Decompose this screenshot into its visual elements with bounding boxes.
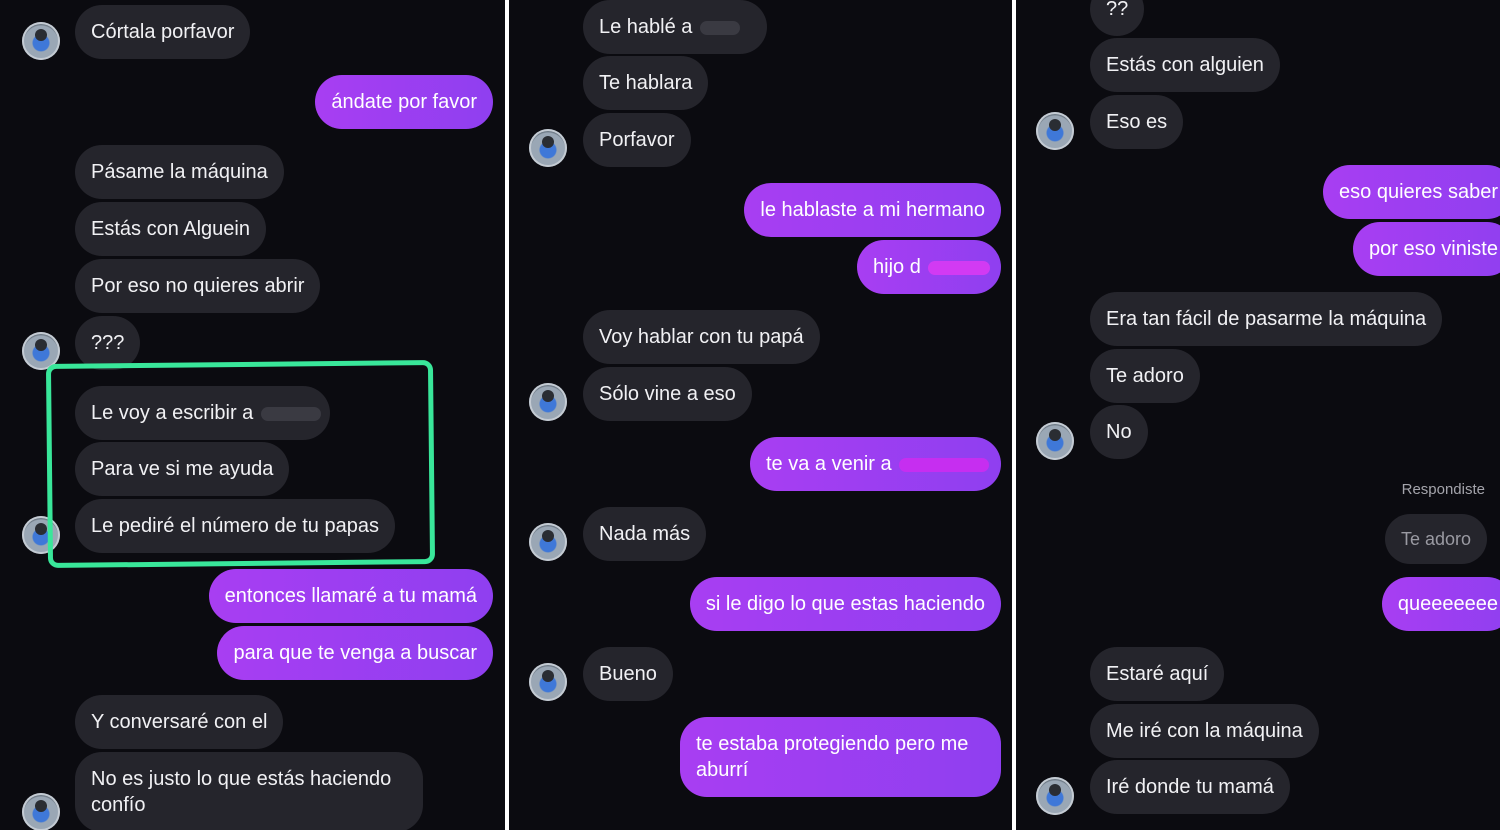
incoming-message[interactable]: Porfavor	[583, 113, 691, 167]
incoming-message[interactable]: Por eso no quieres abrir	[75, 259, 321, 313]
outgoing-message[interactable]: le hablaste a mi hermano	[744, 183, 1001, 237]
outgoing-message[interactable]: ándate por favor	[315, 75, 493, 129]
contact-avatar[interactable]	[529, 383, 567, 421]
incoming-message[interactable]: Y conversaré con el	[75, 695, 284, 749]
incoming-message[interactable]: Voy hablar con tu papá	[583, 310, 820, 364]
incoming-message[interactable]: Estás con alguien	[1090, 38, 1280, 92]
reply-label: Respondiste	[1401, 481, 1485, 498]
incoming-message[interactable]: Córtala porfavor	[75, 5, 251, 59]
redacted-name	[699, 20, 740, 35]
message-text: Le hablé a	[599, 16, 693, 38]
outgoing-message[interactable]: queeeeeee	[1381, 577, 1500, 631]
outgoing-message[interactable]: te estaba protegiendo pero me aburrí	[680, 717, 1001, 797]
replied-message-preview[interactable]: Te adoro	[1384, 514, 1487, 564]
incoming-message[interactable]: Estás con Alguein	[75, 202, 266, 256]
contact-avatar[interactable]	[22, 22, 60, 60]
incoming-message[interactable]: Bueno	[583, 647, 673, 701]
outgoing-message[interactable]: te va a venir a	[750, 437, 1001, 491]
redacted-text	[899, 457, 990, 472]
outgoing-message[interactable]: eso quieres saber	[1323, 165, 1500, 219]
incoming-message[interactable]: Te adoro	[1090, 349, 1200, 403]
contact-avatar[interactable]	[529, 663, 567, 701]
contact-avatar[interactable]	[1036, 422, 1074, 460]
chat-panel-left: Córtala porfavor ándate por favor Pásame…	[0, 0, 505, 830]
incoming-message[interactable]: Te hablara	[583, 56, 709, 110]
green-highlight-box	[45, 359, 436, 569]
incoming-message[interactable]: Me iré con la máquina	[1090, 704, 1319, 758]
incoming-message[interactable]: Era tan fácil de pasarme la máquina	[1090, 292, 1443, 346]
contact-avatar[interactable]	[529, 129, 567, 167]
outgoing-message[interactable]: si le digo lo que estas haciendo	[689, 577, 1001, 631]
outgoing-message[interactable]: por eso viniste	[1353, 222, 1500, 276]
chat-panel-middle: Le hablé a Te hablara Porfavor le hablas…	[509, 0, 1012, 830]
outgoing-message[interactable]: entonces llamaré a tu mamá	[208, 569, 493, 623]
contact-avatar[interactable]	[529, 523, 567, 561]
message-text: hijo d	[873, 256, 921, 278]
incoming-message[interactable]: Estaré aquí	[1090, 647, 1225, 701]
incoming-message[interactable]: Pásame la máquina	[75, 145, 284, 199]
incoming-message[interactable]: Iré donde tu mamá	[1090, 760, 1290, 814]
incoming-message[interactable]: ??	[1090, 0, 1145, 36]
incoming-message[interactable]: ???	[75, 316, 141, 370]
incoming-message[interactable]: Nada más	[583, 507, 707, 561]
incoming-message[interactable]: No	[1090, 405, 1148, 459]
message-text: te va a venir a	[766, 453, 892, 475]
contact-avatar[interactable]	[1036, 112, 1074, 150]
redacted-text	[928, 260, 991, 275]
outgoing-message[interactable]: para que te venga a buscar	[217, 626, 493, 680]
incoming-message[interactable]: Le hablé a	[583, 0, 767, 54]
chat-panel-right: ?? Estás con alguien Eso es eso quieres …	[1016, 0, 1500, 830]
incoming-message[interactable]: Eso es	[1090, 95, 1184, 149]
contact-avatar[interactable]	[22, 793, 60, 830]
contact-avatar[interactable]	[1036, 777, 1074, 815]
incoming-message[interactable]: Sólo vine a eso	[583, 367, 752, 421]
outgoing-message[interactable]: hijo d	[857, 240, 1001, 294]
incoming-message[interactable]: No es justo lo que estás haciendo confío	[75, 752, 423, 830]
